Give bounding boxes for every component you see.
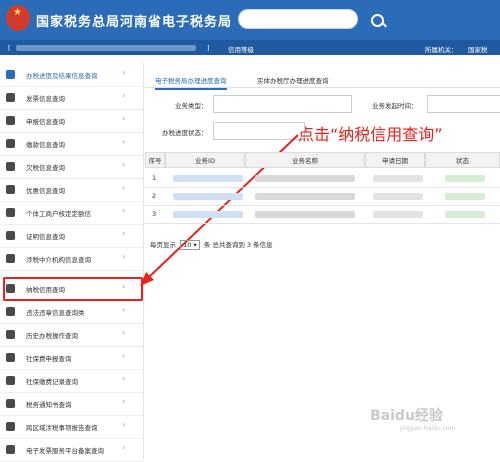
table-row[interactable]: 2 [145, 187, 500, 206]
redacted-business-name [255, 175, 355, 182]
pagination: 每页显示 10 ▾ 条 总共查询到 3 条信息 [150, 239, 273, 250]
redacted-business-id [173, 175, 243, 182]
row-index: 2 [152, 192, 157, 200]
column-header-business-id: 业务ID [165, 152, 245, 168]
redacted-status [445, 211, 485, 218]
baidu-watermark-url: jingyan.baidu.com [400, 425, 456, 432]
table-row[interactable]: 3 [145, 205, 500, 224]
redacted-apply-date [373, 193, 423, 200]
pager-prefix: 每页显示 [150, 241, 176, 249]
column-header-index: 序号 [145, 152, 165, 168]
redacted-business-id [173, 211, 243, 218]
column-header-status: 状态 [425, 152, 500, 168]
table-row[interactable]: 1 [145, 169, 500, 188]
page-size-value: 10 [183, 241, 192, 249]
pointer-arrow [140, 134, 299, 286]
redacted-status [445, 193, 485, 200]
redacted-apply-date [373, 211, 423, 218]
baidu-watermark: Baidu经验 [370, 408, 443, 424]
row-index: 1 [152, 174, 157, 182]
column-header-business-name: 业务名称 [245, 152, 365, 168]
pager-suffix: 条 总共查询到 3 条信息 [203, 241, 273, 249]
redacted-business-id [173, 193, 243, 200]
redacted-business-name [255, 211, 355, 218]
row-index: 3 [152, 210, 157, 218]
redacted-business-name [255, 193, 355, 200]
redacted-apply-date [373, 175, 423, 182]
page-size-select[interactable]: 10 ▾ [180, 240, 200, 250]
redacted-status [445, 175, 485, 182]
column-header-apply-date: 申请日期 [365, 152, 425, 168]
